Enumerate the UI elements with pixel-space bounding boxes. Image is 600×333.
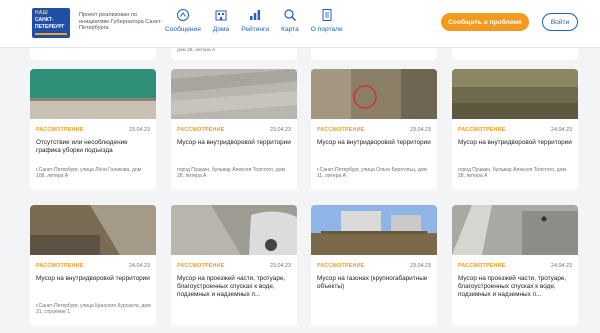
- issue-photo: [452, 205, 578, 255]
- card-date: 24.04.23: [129, 263, 150, 269]
- card-address: г.Санкт-Петербург, улица Ольги Берггольц…: [317, 167, 427, 179]
- card-address: г.Санкт-Петербург, улица Красного Курсан…: [36, 303, 151, 315]
- document-icon: [322, 9, 332, 21]
- ratings-icon: [250, 10, 261, 20]
- status-badge: РАССМОТРЕНИЕ: [317, 263, 365, 269]
- card-date: 23.04.23: [410, 127, 431, 133]
- site-header: НАШ САНКТ- ПЕТЕРБУРГ Проект реализован п…: [0, 0, 600, 48]
- issue-photo: [171, 69, 297, 119]
- previous-card[interactable]: дом 28, литера А: [171, 48, 297, 60]
- buildings-icon: [215, 10, 227, 21]
- login-button[interactable]: Войти: [542, 13, 578, 31]
- nav-item-map[interactable]: Карта: [281, 8, 299, 33]
- status-badge: РАССМОТРЕНИЕ: [177, 263, 225, 269]
- site-logo[interactable]: НАШ САНКТ- ПЕТЕРБУРГ: [32, 8, 70, 38]
- issue-card[interactable]: РАССМОТРЕНИЕ 24.04.23 Мусор на внутридво…: [452, 69, 578, 190]
- nav-item-ratings[interactable]: Рейтинги: [241, 8, 269, 33]
- main-nav: Сообщения Дома Рейтинги Карта О портале: [165, 8, 355, 33]
- nav-item-messages[interactable]: Сообщения: [165, 8, 201, 33]
- issue-photo: [30, 205, 156, 255]
- card-address: г.Санкт-Петербург, улица Лёни Голикова, …: [36, 167, 142, 179]
- previous-card-address: дом 28, литера А: [177, 48, 216, 53]
- card-title: Отсутствие или несоблюдение графика убор…: [36, 139, 128, 154]
- previous-card[interactable]: [30, 48, 156, 60]
- messages-icon: [176, 9, 189, 21]
- status-badge: РАССМОТРЕНИЕ: [36, 127, 84, 133]
- card-date: 24.04.23: [551, 127, 572, 133]
- issue-photo: [311, 69, 437, 119]
- issue-card[interactable]: РАССМОТРЕНИЕ 23.04.23 Мусор на газонах (…: [311, 205, 437, 326]
- issue-photo: [171, 205, 297, 255]
- issue-card[interactable]: РАССМОТРЕНИЕ 24.04.23 Мусор на проезжей …: [452, 205, 578, 326]
- issue-card[interactable]: РАССМОТРЕНИЕ 23.04.23 Мусор на внутридво…: [171, 69, 297, 190]
- card-address: город Пушкин, бульвар Алексея Толстого, …: [458, 167, 566, 179]
- logo-accent-bar: [35, 33, 67, 35]
- report-problem-button[interactable]: Сообщить о проблеме: [441, 13, 529, 31]
- card-date: 23.04.23: [129, 127, 150, 133]
- card-title: Мусор на внутридворовой территории: [317, 139, 431, 146]
- nav-item-about[interactable]: О портале: [311, 8, 343, 33]
- previous-row: дом 28, литера А: [0, 48, 600, 60]
- issue-card[interactable]: РАССМОТРЕНИЕ 23.04.23 Отсутствие или нес…: [30, 69, 156, 190]
- card-title: Мусор на проезжей части, тротуаре, благо…: [177, 275, 286, 298]
- nav-label-ratings: Рейтинги: [241, 26, 270, 33]
- previous-card[interactable]: [311, 48, 437, 60]
- card-date: 23.04.23: [270, 127, 291, 133]
- issue-card[interactable]: РАССМОТРЕНИЕ 24.04.23 Мусор на внутридво…: [30, 205, 156, 326]
- status-badge: РАССМОТРЕНИЕ: [317, 127, 365, 133]
- nav-label-about: О портале: [310, 26, 343, 33]
- previous-card[interactable]: [452, 48, 578, 60]
- card-address: город Пушкин, бульвар Алексея Толстого, …: [177, 167, 285, 179]
- issue-card[interactable]: РАССМОТРЕНИЕ 23.04.23 Мусор на проезжей …: [171, 205, 297, 326]
- issue-card[interactable]: РАССМОТРЕНИЕ 23.04.23 Мусор на внутридво…: [311, 69, 437, 190]
- logo-line-1: НАШ: [35, 10, 48, 16]
- issue-photo: [30, 69, 156, 119]
- card-title: Мусор на внутридворовой территории: [177, 139, 291, 146]
- status-badge: РАССМОТРЕНИЕ: [36, 263, 84, 269]
- issue-photo: [452, 69, 578, 119]
- map-search-icon: [284, 9, 296, 22]
- status-badge: РАССМОТРЕНИЕ: [458, 263, 506, 269]
- header-tagline: Проект реализован по инициативе Губернат…: [79, 12, 163, 32]
- card-title: Мусор на газонах (крупногабаритные объек…: [317, 275, 428, 290]
- nav-label-map: Карта: [281, 26, 299, 33]
- nav-label-messages: Сообщения: [165, 26, 201, 33]
- status-badge: РАССМОТРЕНИЕ: [177, 127, 225, 133]
- nav-item-buildings[interactable]: Дома: [213, 8, 229, 33]
- card-title: Мусор на внутридворовой территории: [36, 275, 150, 282]
- logo-line-2: САНКТ-: [35, 17, 54, 23]
- card-date: 23.04.23: [270, 263, 291, 269]
- card-title: Мусор на внутридворовой территории: [458, 139, 572, 146]
- issue-photo: [311, 205, 437, 255]
- card-date: 24.04.23: [551, 263, 572, 269]
- nav-label-buildings: Дома: [212, 26, 230, 33]
- status-badge: РАССМОТРЕНИЕ: [458, 127, 506, 133]
- card-date: 23.04.23: [410, 263, 431, 269]
- logo-line-3: ПЕТЕРБУРГ: [35, 24, 65, 30]
- card-title: Мусор на проезжей части, тротуаре, благо…: [458, 275, 567, 298]
